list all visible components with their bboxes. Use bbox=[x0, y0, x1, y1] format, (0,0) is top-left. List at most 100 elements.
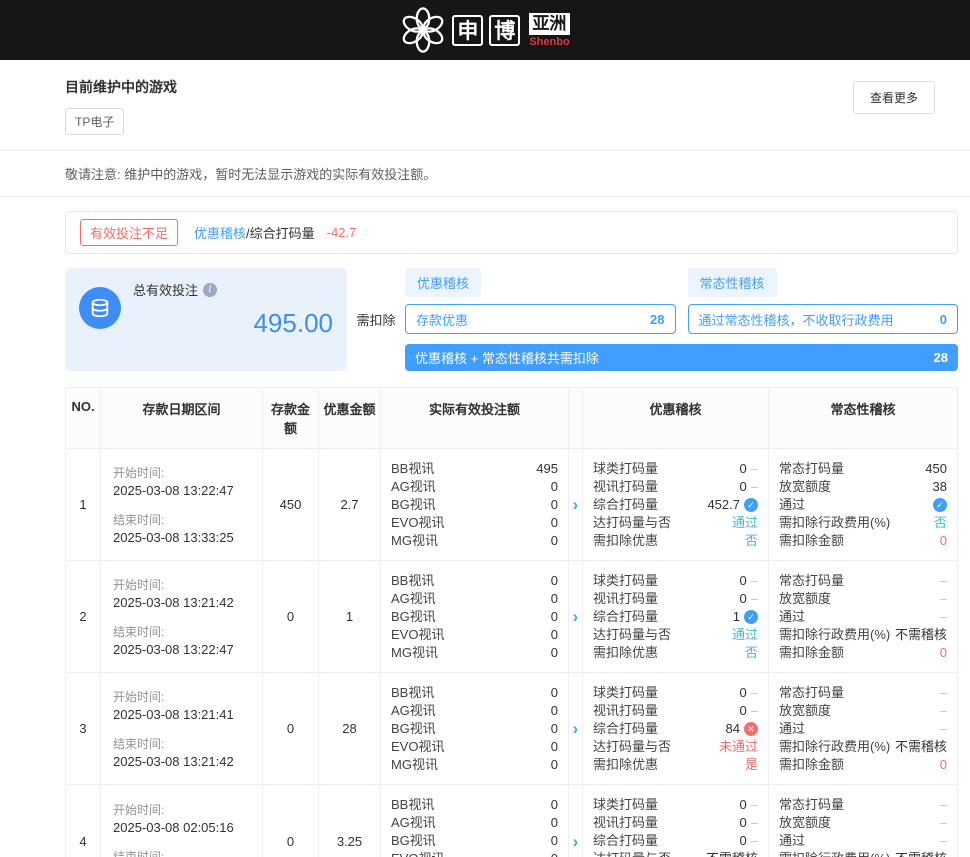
end-time-label: 结束时间: bbox=[113, 848, 254, 857]
normal-audit-label: 放宽额度 bbox=[779, 703, 831, 719]
normal-audit-label: 需扣除金额 bbox=[779, 757, 844, 773]
promo-audit-label: 视讯打码量 bbox=[593, 479, 658, 495]
promo-audit-item: 综合打码量0– bbox=[593, 833, 758, 849]
valid-bets-cell: BB视讯0AG视讯0BG视讯0EVO视讯0MG视讯0 bbox=[381, 673, 569, 784]
bet-item: BG视讯0 bbox=[391, 833, 558, 849]
coins-icon bbox=[79, 287, 121, 329]
deposit-amount-cell: 450 bbox=[263, 449, 319, 560]
normal-audit-value: 450 bbox=[925, 461, 947, 477]
bet-item: AG视讯0 bbox=[391, 703, 558, 719]
normal-audit-item: 通过– bbox=[779, 609, 947, 625]
promo-audit-label: 综合打码量 bbox=[593, 721, 658, 737]
promo-audit-column: 优惠稽核 存款优惠 28 bbox=[405, 268, 676, 334]
logo-region-block: 亚洲 Shenbo bbox=[529, 13, 569, 48]
normal-audit-value: – bbox=[940, 591, 947, 607]
bet-item: BG视讯0 bbox=[391, 497, 558, 513]
col-expand bbox=[569, 388, 583, 448]
promo-audit-label: 综合打码量 bbox=[593, 497, 658, 513]
bet-item: BB视讯495 bbox=[391, 461, 558, 477]
normal-audit-item: 需扣除行政费用(%) 否 bbox=[779, 515, 947, 531]
logo-region-text: 亚洲 bbox=[529, 13, 569, 35]
tab-promo-audit[interactable]: 优惠稽核 bbox=[405, 268, 481, 297]
tab-normal-audit[interactable]: 常态性稽核 bbox=[688, 268, 777, 297]
col-valid-bets: 实际有效投注额 bbox=[381, 388, 569, 448]
bet-value: 0 bbox=[551, 815, 558, 831]
promo-audit-item: 球类打码量0– bbox=[593, 573, 758, 589]
normal-audit-label: 通过 bbox=[779, 609, 805, 625]
normal-audit-value: 0 bbox=[940, 757, 947, 773]
flower-logo-icon bbox=[400, 7, 446, 53]
bet-name: BB视讯 bbox=[391, 685, 434, 701]
normal-audit-item: 需扣除行政费用(%)不需稽核 bbox=[779, 851, 947, 857]
promo-audit-label: 需扣除优惠 bbox=[593, 645, 658, 661]
col-bonus-amount: 优惠金额 bbox=[319, 388, 381, 448]
normal-audit-label: 放宽额度 bbox=[779, 591, 831, 607]
normal-audit-item: 通过– bbox=[779, 721, 947, 737]
promo-audit-value: 未通过 bbox=[719, 739, 758, 755]
bet-name: AG视讯 bbox=[391, 703, 436, 719]
chevron-right-icon[interactable]: › bbox=[573, 833, 579, 850]
bet-value: 0 bbox=[551, 833, 558, 849]
row-number: 1 bbox=[66, 449, 101, 560]
promo-audit-item: 球类打码量0– bbox=[593, 797, 758, 813]
normal-audit-item: 放宽额度– bbox=[779, 703, 947, 719]
normal-audit-item: 放宽额度 – bbox=[779, 591, 947, 607]
bonus-amount-cell: 1 bbox=[319, 561, 381, 672]
normal-audit-value: 否 bbox=[934, 515, 947, 531]
bet-name: EVO视讯 bbox=[391, 627, 444, 643]
bet-item: MG视讯0 bbox=[391, 645, 558, 661]
total-right: 总有效投注 i 495.00 bbox=[133, 278, 333, 361]
chevron-right-icon[interactable]: › bbox=[573, 720, 579, 737]
deposit-period-cell: 开始时间:2025-03-08 13:21:42结束时间:2025-03-08 … bbox=[101, 561, 263, 672]
promo-audit-item: 达打码量与否 未通过 bbox=[593, 739, 758, 755]
promo-audit-label: 达打码量与否 bbox=[593, 739, 671, 755]
promo-audit-label: 球类打码量 bbox=[593, 685, 658, 701]
chevron-right-icon[interactable]: › bbox=[573, 496, 579, 513]
info-icon[interactable]: i bbox=[203, 283, 217, 297]
promo-audit-value: 0– bbox=[740, 703, 758, 719]
normal-audit-label: 通过 bbox=[779, 833, 805, 849]
total-valid-bet-label: 总有效投注 bbox=[133, 280, 198, 299]
normal-audit-label: 需扣除行政费用(%) bbox=[779, 515, 890, 531]
bet-name: BG视讯 bbox=[391, 609, 436, 625]
table-row: 3开始时间:2025-03-08 13:21:41结束时间:2025-03-08… bbox=[66, 673, 957, 785]
deposit-bonus-box[interactable]: 存款优惠 28 bbox=[405, 304, 676, 334]
deposit-amount-cell: 0 bbox=[263, 785, 319, 857]
bet-item: BG视讯0 bbox=[391, 609, 558, 625]
chevron-right-icon[interactable]: › bbox=[573, 608, 579, 625]
normal-audit-value: 0 bbox=[940, 533, 947, 549]
normal-audit-label: 放宽额度 bbox=[779, 479, 831, 495]
end-time: 2025-03-08 13:21:42 bbox=[113, 754, 254, 769]
start-time-label: 开始时间: bbox=[113, 688, 254, 705]
normal-audit-label: 常态打码量 bbox=[779, 797, 844, 813]
start-time-label: 开始时间: bbox=[113, 801, 254, 818]
bet-value: 495 bbox=[536, 461, 558, 477]
bet-item: AG视讯0 bbox=[391, 479, 558, 495]
expand-cell: › bbox=[569, 673, 583, 784]
bet-item: AG视讯0 bbox=[391, 591, 558, 607]
start-time: 2025-03-08 02:05:16 bbox=[113, 820, 254, 835]
promo-audit-value: 0– bbox=[740, 461, 758, 477]
view-more-button[interactable]: 查看更多 bbox=[853, 81, 935, 114]
status-card: 有效投注不足 优惠稽核 /综合打码量 -42.7 bbox=[65, 211, 958, 254]
bet-item: AG视讯0 bbox=[391, 815, 558, 831]
promo-audit-label: 球类打码量 bbox=[593, 573, 658, 589]
promo-audit-item: 综合打码量84✕ bbox=[593, 721, 758, 737]
normal-audit-label: 通过常态性稽核，不收取行政费用 bbox=[699, 310, 894, 329]
bet-value: 0 bbox=[551, 721, 558, 737]
expand-cell: › bbox=[569, 561, 583, 672]
promo-audit-label: 视讯打码量 bbox=[593, 815, 658, 831]
bet-name: BB视讯 bbox=[391, 573, 434, 589]
promo-audit-value: 452.7✓ bbox=[707, 497, 758, 513]
normal-audit-value: 不需稽核 bbox=[895, 851, 947, 857]
logo-subtitle: Shenbo bbox=[529, 36, 569, 48]
col-deposit-amount: 存款金额 bbox=[263, 388, 319, 448]
normal-audit-value: – bbox=[940, 797, 947, 813]
promo-audit-link[interactable]: 优惠稽核 bbox=[194, 223, 246, 242]
promo-audit-value: 0– bbox=[740, 833, 758, 849]
promo-audit-value: 通过 bbox=[732, 515, 758, 531]
start-time: 2025-03-08 13:21:41 bbox=[113, 707, 254, 722]
col-normal-audit: 常态性稽核 bbox=[769, 388, 957, 448]
normal-audit-box[interactable]: 通过常态性稽核，不收取行政费用 0 bbox=[688, 304, 959, 334]
bet-name: AG视讯 bbox=[391, 591, 436, 607]
